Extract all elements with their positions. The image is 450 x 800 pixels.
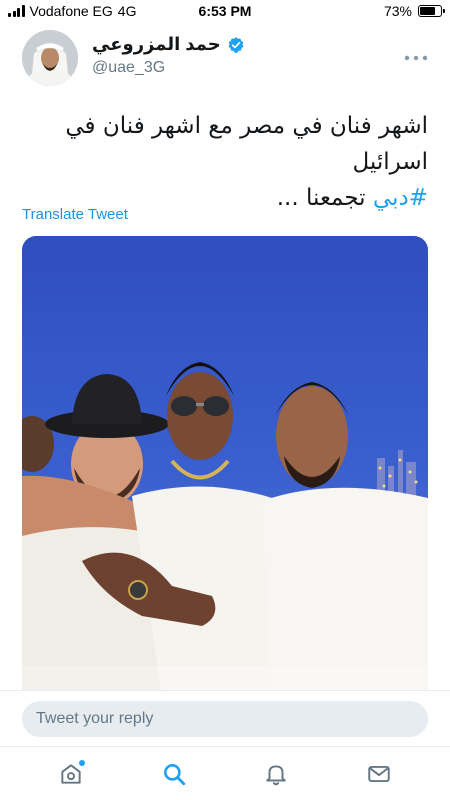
tweet-text-line-1: اشهر فنان في مصر مع اشهر فنان في اسرائيل: [65, 113, 428, 175]
battery-percent: 73%: [383, 3, 412, 19]
tab-bar: [0, 746, 450, 800]
reply-input[interactable]: [22, 701, 428, 737]
tab-home[interactable]: [51, 754, 91, 794]
author-handle[interactable]: @uae_3G: [92, 59, 342, 77]
reply-area: [0, 690, 450, 746]
tab-notifications[interactable]: [256, 754, 296, 794]
avatar[interactable]: [22, 30, 78, 86]
battery-fill: [420, 7, 435, 15]
messages-icon: [368, 765, 390, 782]
translate-tweet-link[interactable]: Translate Tweet: [22, 206, 128, 223]
home-notification-dot: [79, 759, 86, 766]
more-options-button[interactable]: [404, 42, 428, 68]
battery-icon: [418, 5, 445, 17]
hashtag-link[interactable]: #دبي: [373, 185, 428, 211]
photo-illustration: [22, 236, 428, 696]
search-icon: [163, 763, 185, 785]
status-right: 73%: [383, 3, 445, 19]
tab-messages[interactable]: [359, 754, 399, 794]
status-time: 6:53 PM: [198, 3, 252, 19]
author-name-row: حمد المزروعي: [92, 34, 342, 55]
tweet-text-line-2-rest: تجمعنا ...: [276, 185, 373, 211]
status-bar: Vodafone EG 4G 6:53 PM 73%: [0, 0, 450, 24]
notifications-icon: [266, 764, 286, 785]
tweet-photo[interactable]: [22, 236, 428, 696]
author-name[interactable]: حمد المزروعي: [92, 34, 221, 55]
tweet-text: اشهر فنان في مصر مع اشهر فنان في اسرائيل…: [22, 108, 428, 216]
tab-search[interactable]: [154, 754, 194, 794]
avatar-image: [22, 30, 78, 86]
verified-badge-icon: [228, 36, 244, 53]
author-block: حمد المزروعي @uae_3G: [92, 34, 342, 77]
more-icon: [404, 55, 428, 61]
